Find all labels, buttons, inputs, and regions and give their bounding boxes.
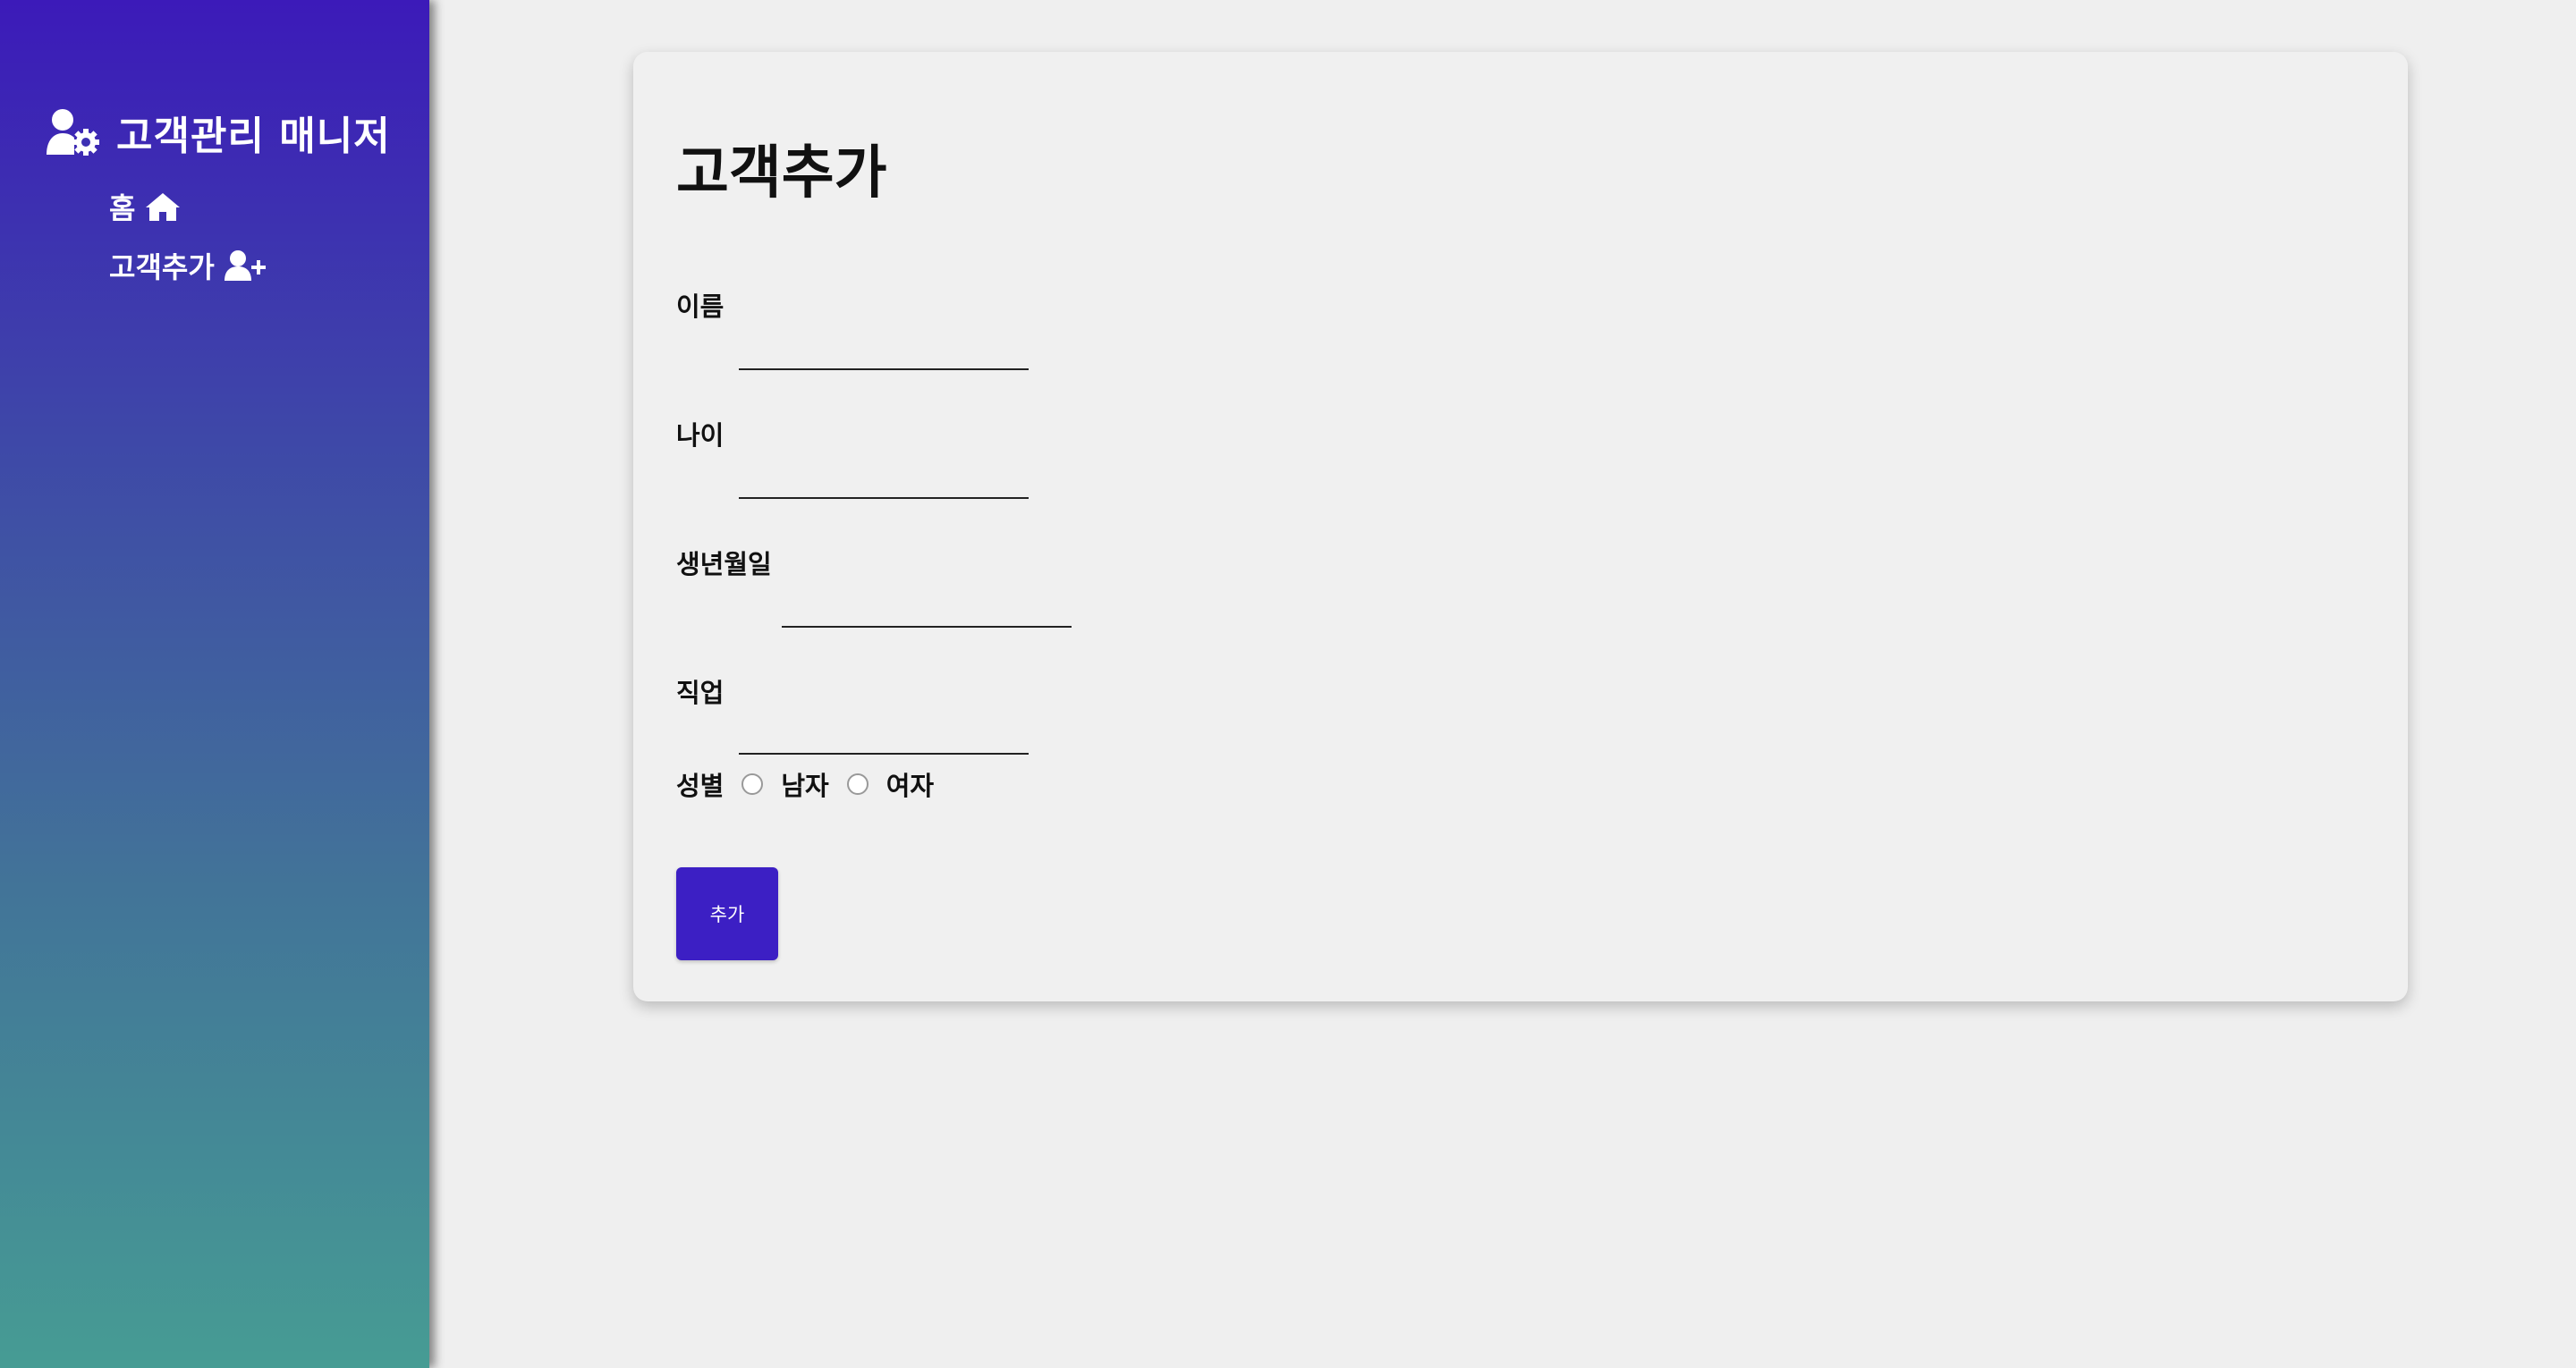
job-label: 직업 [676,678,724,708]
sidebar-item-label: 고객추가 [109,250,215,284]
name-label: 이름 [676,291,724,322]
name-input[interactable] [739,333,1029,370]
gender-male-radio[interactable] [741,773,764,795]
gender-female-radio[interactable] [846,773,869,795]
sidebar-item-home[interactable]: 홈 [109,186,182,227]
user-plus-icon [224,249,267,282]
page-title: 고객추가 [676,140,887,207]
brand[interactable]: 고객관리 매니저 [45,104,391,161]
brand-title: 고객관리 매니저 [116,114,391,159]
birthdate-label: 생년월일 [676,549,772,579]
add-customer-card: 고객추가 이름 나이 생년월일 직업 성별 남자 여자 추가 [633,52,2408,1001]
sidebar: 고객관리 매니저 홈 고객추가 [0,0,429,1368]
user-gear-icon [45,108,100,156]
age-label: 나이 [676,420,724,451]
sidebar-item-label: 홈 [109,191,136,225]
sidebar-item-add-customer[interactable]: 고객추가 [109,245,267,286]
job-input[interactable] [739,717,1029,755]
birthdate-input[interactable] [782,590,1072,628]
age-input[interactable] [739,461,1029,499]
home-icon [144,191,182,222]
gender-female-label[interactable]: 여자 [886,765,934,803]
gender-group: 성별 남자 여자 [676,765,934,803]
gender-male-label[interactable]: 남자 [781,765,828,803]
gender-label: 성별 [676,771,724,801]
add-button[interactable]: 추가 [676,867,778,960]
